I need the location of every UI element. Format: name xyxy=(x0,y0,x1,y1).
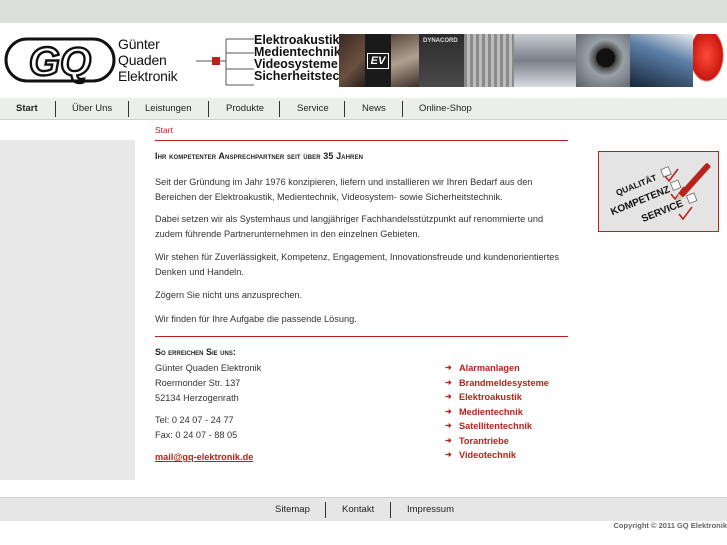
nav-item-service[interactable]: Service xyxy=(297,98,329,120)
category-link-torantriebe[interactable]: ➜ Torantriebe xyxy=(443,434,549,449)
footer-link-kontakt[interactable]: Kontakt xyxy=(342,498,374,522)
intro-paragraph: Seit der Gründung im Jahr 1976 konzipier… xyxy=(155,175,575,205)
paragraph-line: Bereichen der Elektroakustik, Medientech… xyxy=(155,192,503,202)
arrow-icon: ➜ xyxy=(445,406,452,416)
footer-navigation: Sitemap Kontakt Impressum xyxy=(0,497,727,521)
logo-letters: GQ xyxy=(29,40,91,84)
category-link-brandmeldesysteme[interactable]: ➜ Brandmeldesysteme xyxy=(443,376,549,391)
ev-logo-text: EV xyxy=(366,52,390,69)
nav-separator xyxy=(208,101,209,117)
link-label: Medientechnik xyxy=(459,406,523,417)
category-link-videotechnik[interactable]: ➜ Videotechnik xyxy=(443,448,549,463)
nav-item-ueber-uns[interactable]: Über Uns xyxy=(72,98,112,120)
category-link-medientechnik[interactable]: ➜ Medientechnik xyxy=(443,405,549,420)
footer-link-sitemap[interactable]: Sitemap xyxy=(275,498,310,522)
category-links: ➜ Alarmanlagen ➜ Brandmeldesysteme ➜ Elektr… xyxy=(443,361,549,463)
paragraph-line: Dabei setzen wir als Systemhaus und lang… xyxy=(155,214,544,224)
contact-phone: Tel: 0 24 07 - 24 77 Fax: 0 24 07 - 88 0… xyxy=(155,413,237,443)
link-label: Brandmeldesysteme xyxy=(459,377,549,388)
banner-photo-monitor xyxy=(630,34,693,87)
paragraph-line: Wir stehen für Zuverlässigkeit, Kompeten… xyxy=(155,252,559,262)
left-sidebar xyxy=(0,140,135,480)
nav-item-news[interactable]: News xyxy=(362,98,386,120)
nav-item-produkte[interactable]: Produkte xyxy=(226,98,264,120)
quality-badge: QUALITÄT KOMPETENZ SERVICE xyxy=(598,151,719,232)
banner-photo-camera xyxy=(576,34,630,87)
link-label: Elektroakustik xyxy=(459,392,522,402)
main-navigation: Start Über Uns Leistungen Produkte Servi… xyxy=(0,98,727,120)
checkbox-icon xyxy=(670,179,682,191)
link-label: Satellitentechnik xyxy=(459,421,533,431)
paragraph-line: zudem führende Partnerunternehmen in den… xyxy=(155,229,421,239)
contact-company: Günter Quaden Elektronik xyxy=(155,363,262,373)
contact-address: Günter Quaden Elektronik Roermonder Str.… xyxy=(155,361,261,406)
arrow-icon: ➜ xyxy=(445,392,452,401)
nav-separator xyxy=(279,101,280,117)
arrow-icon: ➜ xyxy=(445,421,452,430)
paragraph-line: Zögern Sie nicht uns anzusprechen. xyxy=(155,290,303,300)
header-banner: EV DYNACORD xyxy=(339,34,727,87)
paragraph-line: Denken und Handeln. xyxy=(155,267,244,277)
link-label: Alarmanlagen xyxy=(459,363,520,373)
arrow-icon: ➜ xyxy=(445,377,452,387)
contact-street: Roermonder Str. 137 xyxy=(155,378,241,388)
nav-separator xyxy=(55,101,56,117)
company-name-line: Quaden xyxy=(118,52,167,68)
connector-graphic xyxy=(196,38,254,86)
contact-fax: Fax: 0 24 07 - 88 05 xyxy=(155,430,238,440)
nav-separator xyxy=(344,101,345,117)
arrow-icon: ➜ xyxy=(445,435,452,445)
footer-separator xyxy=(325,502,326,518)
checkbox-icon xyxy=(660,166,672,178)
nav-separator xyxy=(402,101,403,117)
banner-ev-logo: EV xyxy=(365,34,391,87)
company-name-line: Günter xyxy=(118,36,160,52)
nav-item-online-shop[interactable]: Online-Shop xyxy=(419,98,472,120)
category-link-satellitentechnik[interactable]: ➜ Satellitentechnik xyxy=(443,419,549,434)
arrow-icon: ➜ xyxy=(445,450,452,459)
email-link[interactable]: mail@gq-elektronik.de xyxy=(155,452,253,462)
footer-link-impressum[interactable]: Impressum xyxy=(407,498,454,522)
company-name: Günter Quaden Elektronik xyxy=(118,36,178,84)
contact-invite-paragraph: Zögern Sie nicht uns anzusprechen. xyxy=(155,288,575,303)
paragraph-line: Wir finden für Ihre Aufgabe die passende… xyxy=(155,314,357,324)
divider xyxy=(155,140,568,141)
breadcrumb[interactable]: Start xyxy=(155,125,173,135)
nav-item-leistungen[interactable]: Leistungen xyxy=(145,98,191,120)
banner-photo-speaker xyxy=(339,34,365,87)
divider xyxy=(155,336,568,337)
contact-city: 52134 Herzogenrath xyxy=(155,393,239,403)
nav-separator xyxy=(128,101,129,117)
company-name-line: Elektronik xyxy=(118,68,178,84)
contact-heading: So erreichen Sie uns: xyxy=(155,347,236,357)
values-paragraph: Wir stehen für Zuverlässigkeit, Kompeten… xyxy=(155,250,575,280)
header: GQ Günter Quaden Elektronik Elektroakust… xyxy=(0,23,727,98)
banner-dynacord-logo: DYNACORD xyxy=(419,34,464,87)
category-link-alarmanlagen[interactable]: ➜ Alarmanlagen xyxy=(443,361,549,376)
footer-separator xyxy=(390,502,391,518)
quality-checklist-graphic: QUALITÄT KOMPETENZ SERVICE xyxy=(609,163,711,225)
gq-logo[interactable]: GQ xyxy=(4,35,116,85)
partners-paragraph: Dabei setzen wir als Systemhaus und lang… xyxy=(155,212,575,242)
arrow-icon: ➜ xyxy=(445,363,452,372)
link-label: Videotechnik xyxy=(459,450,517,460)
nav-item-start[interactable]: Start xyxy=(16,98,38,120)
paragraph-line: Seit der Gründung im Jahr 1976 konzipier… xyxy=(155,177,533,187)
banner-photo-amp xyxy=(391,34,419,87)
contact-tel: Tel: 0 24 07 - 24 77 xyxy=(155,415,234,425)
copyright: Copyright © 2011 GQ Elektronik xyxy=(613,521,727,530)
checkbox-icon xyxy=(686,192,698,204)
top-bar xyxy=(0,0,727,23)
banner-photo-mixer xyxy=(464,34,514,87)
banner-photo-hall xyxy=(514,34,576,87)
link-label: Torantriebe xyxy=(459,435,509,446)
solution-paragraph: Wir finden für Ihre Aufgabe die passende… xyxy=(155,312,575,327)
banner-photo-alarm xyxy=(693,34,727,87)
dynacord-logo-text: DYNACORD xyxy=(423,38,458,44)
category-link-elektroakustik[interactable]: ➜ Elektroakustik xyxy=(443,390,549,405)
page-title: Ihr kompetenter Ansprechpartner seit übe… xyxy=(155,151,364,161)
